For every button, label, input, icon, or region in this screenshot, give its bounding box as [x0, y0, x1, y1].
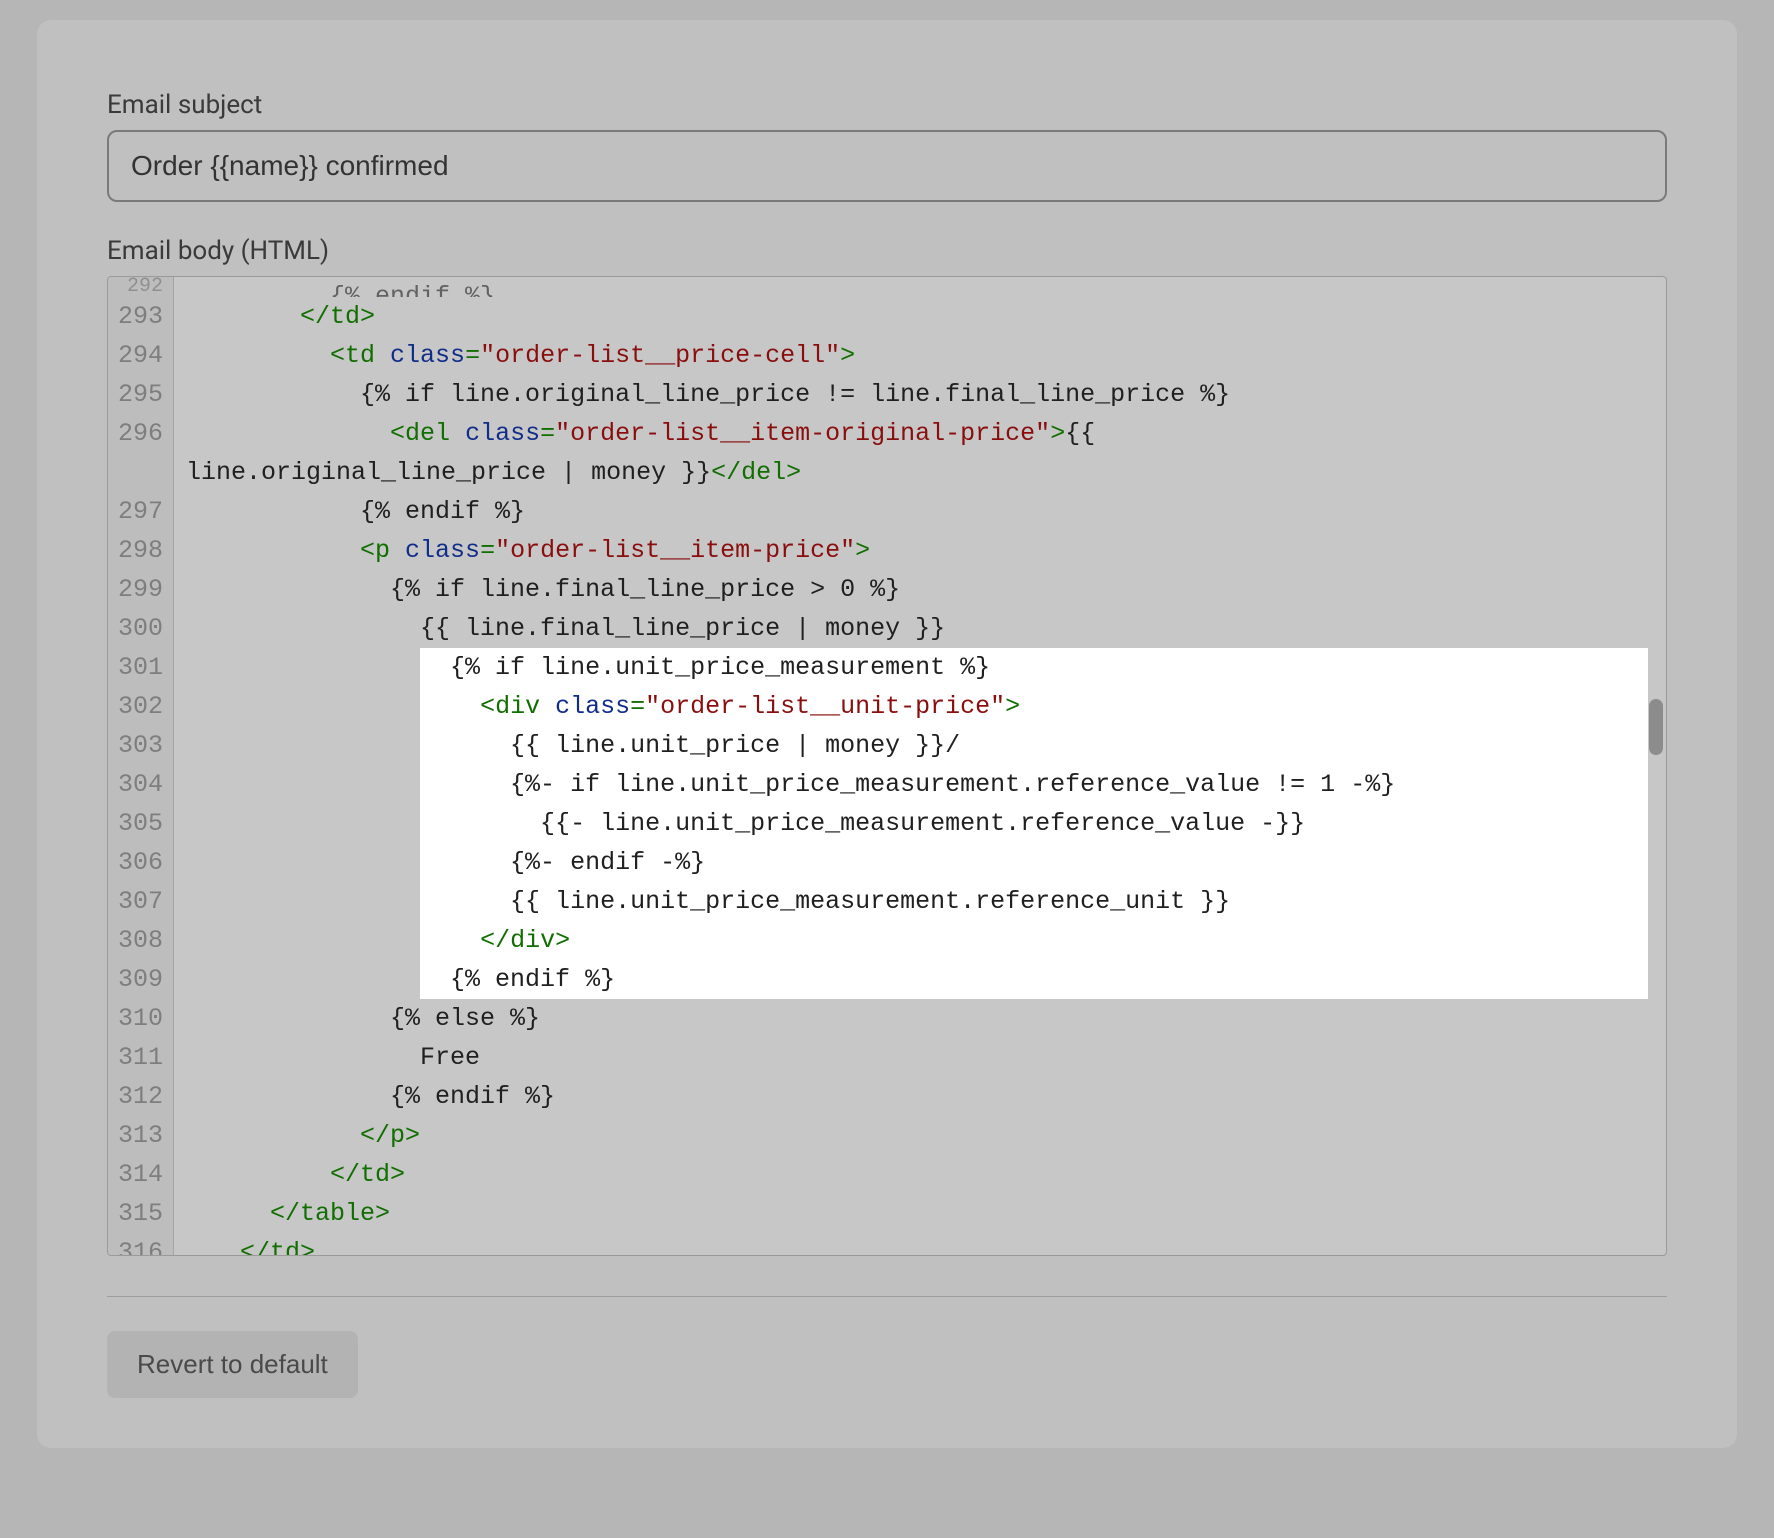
- email-body-label: Email body (HTML): [107, 236, 1667, 266]
- revert-to-default-button[interactable]: Revert to default: [107, 1331, 358, 1398]
- email-body-code-editor[interactable]: 2922932942952962972982993003013023033043…: [107, 276, 1667, 1256]
- code-gutter: 2922932942952962972982993003013023033043…: [108, 277, 174, 1255]
- divider: [107, 1296, 1667, 1297]
- email-subject-label: Email subject: [107, 90, 1667, 120]
- email-template-editor-panel: Email subject Email body (HTML) 29229329…: [37, 20, 1737, 1448]
- code-content[interactable]: {% endif %} </td> <td class="order-list_…: [174, 277, 1666, 1255]
- email-subject-input[interactable]: [107, 130, 1667, 202]
- editor-scrollbar-thumb[interactable]: [1649, 699, 1663, 755]
- editor-scrollbar-track[interactable]: [1649, 277, 1663, 1255]
